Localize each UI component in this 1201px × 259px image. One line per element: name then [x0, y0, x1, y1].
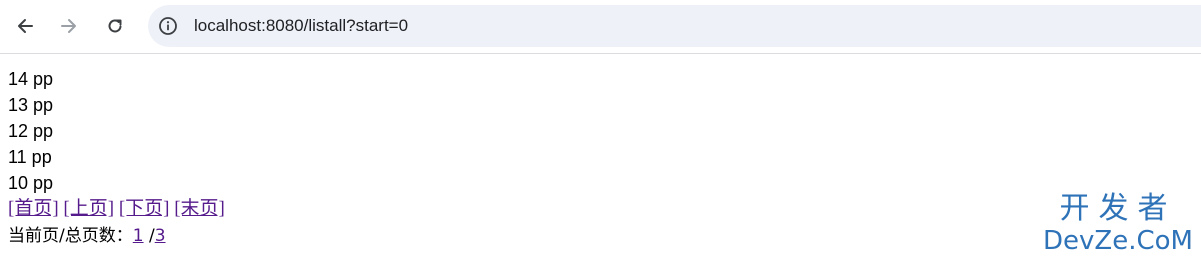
- next-page-link[interactable]: [下页]: [119, 198, 170, 219]
- watermark-line1: 开发者: [1059, 191, 1177, 226]
- first-page-link[interactable]: [首页]: [8, 198, 59, 219]
- url-text[interactable]: localhost:8080/listall?start=0: [194, 16, 408, 36]
- back-button[interactable]: [8, 9, 42, 43]
- list-item: 13 pp: [8, 95, 54, 115]
- address-bar[interactable]: localhost:8080/listall?start=0: [148, 5, 1201, 47]
- browser-toolbar: localhost:8080/listall?start=0: [0, 0, 1201, 54]
- page-indicator-label: 当前页/总页数：: [8, 226, 133, 246]
- forward-button[interactable]: [52, 9, 86, 43]
- reload-button[interactable]: [98, 9, 132, 43]
- item-list: 14 pp 13 pp 12 pp 11 pp 10 pp: [8, 66, 53, 196]
- watermark-line2: DevZe.CoM: [1043, 226, 1193, 256]
- current-page-link[interactable]: 1: [133, 226, 144, 246]
- pagination: [首页] [上页] [下页] [末页]: [8, 196, 225, 222]
- site-watermark: 开发者 DevZe.CoM: [1043, 191, 1193, 257]
- list-item: 12 pp: [8, 121, 54, 141]
- info-icon[interactable]: [158, 16, 178, 36]
- arrow-left-icon: [18, 19, 33, 33]
- page-indicator: 当前页/总页数：1 /3: [8, 223, 166, 249]
- arrow-right-icon: [61, 19, 76, 33]
- list-item: 14 pp: [8, 69, 54, 89]
- list-item: 10 pp: [8, 173, 54, 193]
- list-item: 11 pp: [8, 147, 52, 167]
- reload-icon: [108, 19, 122, 33]
- total-pages-link[interactable]: 3: [155, 226, 166, 246]
- last-page-link[interactable]: [末页]: [174, 198, 225, 219]
- prev-page-link[interactable]: [上页]: [63, 198, 114, 219]
